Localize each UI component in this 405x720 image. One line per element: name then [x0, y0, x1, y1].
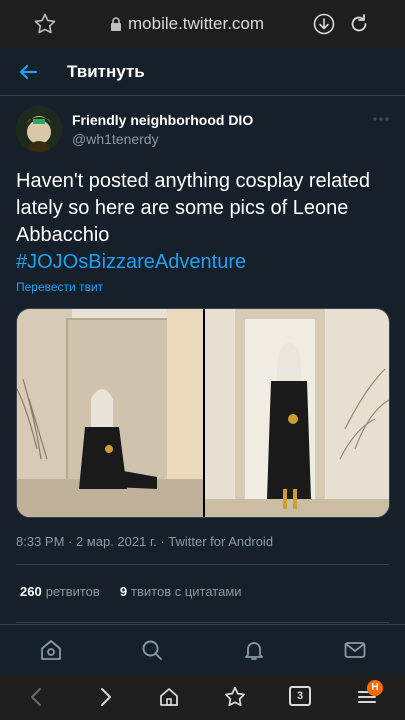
more-options-icon[interactable]	[372, 116, 390, 122]
tabs-count-button[interactable]: 3	[289, 686, 311, 706]
translate-tweet-link[interactable]: Перевести твит	[16, 280, 103, 294]
page-title: Твитнуть	[67, 62, 145, 81]
browser-back-icon[interactable]	[25, 685, 49, 709]
notifications-bell-icon[interactable]	[242, 638, 266, 662]
bookmarks-icon[interactable]	[223, 685, 247, 709]
tweet-timestamp[interactable]: 8:33 PM · 2 мар. 2021 г. · Twitter for A…	[16, 534, 273, 549]
browser-bottom-bar: 3	[0, 674, 405, 720]
download-icon[interactable]	[312, 12, 336, 36]
divider	[16, 622, 389, 623]
messages-envelope-icon[interactable]	[343, 638, 367, 662]
bookmark-star-icon[interactable]	[33, 12, 57, 36]
browser-home-icon[interactable]	[157, 685, 181, 709]
tweet-text: Haven't posted anything cosplay related …	[16, 168, 396, 276]
tweet-stats: 260 ретвитов 9 твитов с цитатами	[20, 584, 242, 599]
hashtag-link[interactable]: #JOJOsBizzareAdventure	[16, 251, 246, 273]
tweet-media	[16, 308, 390, 518]
address-bar[interactable]: mobile.twitter.com	[110, 14, 264, 34]
display-name[interactable]: Friendly neighborhood DIO	[72, 112, 253, 128]
browser-top-bar: mobile.twitter.com	[0, 0, 405, 48]
avatar[interactable]	[16, 106, 62, 152]
reload-icon[interactable]	[347, 12, 371, 36]
menu-badge: H	[367, 680, 383, 696]
photo-1[interactable]	[17, 309, 203, 517]
retweets-stat[interactable]: 260 ретвитов	[20, 584, 100, 599]
tweet-body: Haven't posted anything cosplay related …	[16, 170, 371, 246]
tweet-detail: Friendly neighborhood DIO @wh1tenerdy Ha…	[0, 96, 405, 700]
browser-forward-icon[interactable]	[93, 685, 117, 709]
user-handle[interactable]: @wh1tenerdy	[72, 131, 159, 147]
url-text: mobile.twitter.com	[128, 14, 265, 33]
lock-icon	[111, 17, 121, 31]
twitter-header: Твитнуть	[0, 48, 405, 96]
quotes-stat[interactable]: 9 твитов с цитатами	[120, 584, 242, 599]
search-icon[interactable]	[140, 638, 164, 662]
twitter-bottom-nav	[0, 624, 405, 674]
photo-2[interactable]	[205, 309, 389, 517]
divider	[16, 564, 389, 565]
back-arrow-icon[interactable]	[16, 60, 40, 84]
home-icon[interactable]	[39, 638, 63, 662]
